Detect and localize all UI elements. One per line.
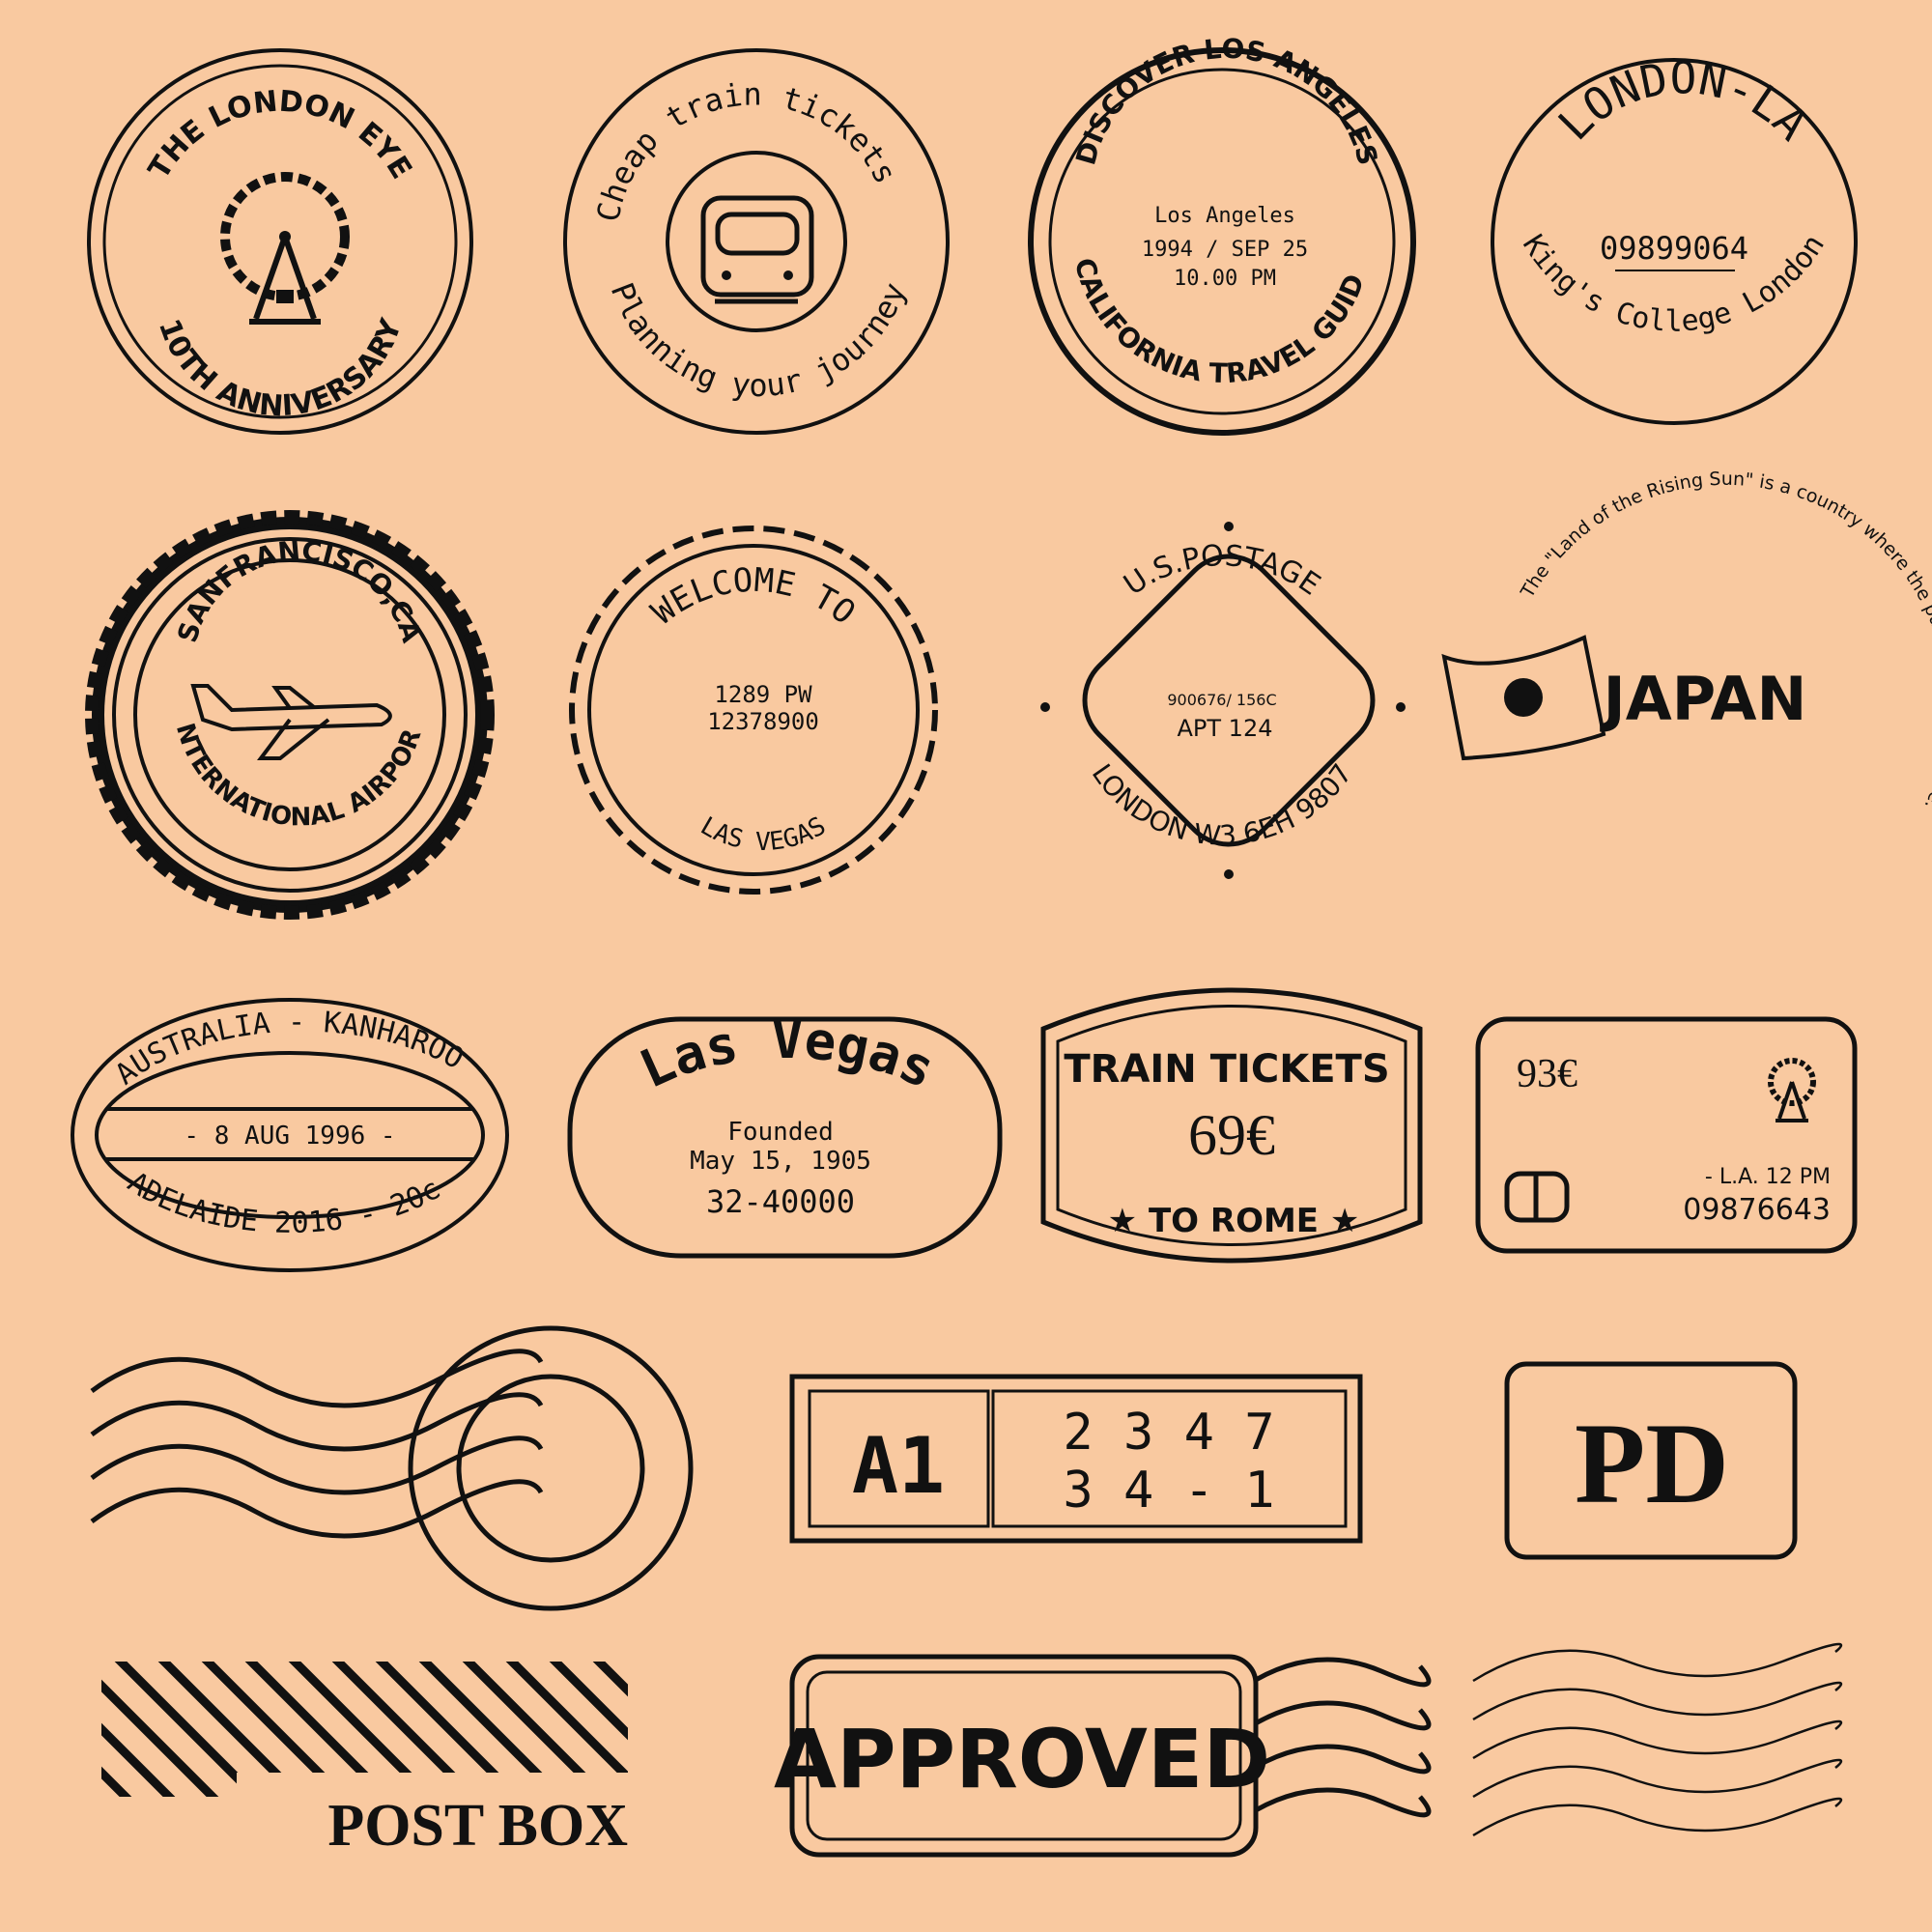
stamp-us-postage: U.S.POSTAGE LONDON W3 6EH 9807 900676/ 1… <box>1040 522 1406 879</box>
stamp-bottom-text: LONDON W3 6EH 9807 <box>1086 758 1359 852</box>
stamp-line: 900676/ 156C <box>1167 691 1276 709</box>
stamp-line: - L.A. 12 PM <box>1705 1165 1831 1189</box>
stamp-ticket-card: 93€ - L.A. 12 PM 09876643 <box>1475 1016 1858 1254</box>
stamp-line: 2 3 4 7 <box>1063 1404 1274 1462</box>
stamp-japan: The "Land of the Rising Sun" is a countr… <box>1441 469 1932 813</box>
stamp-top-text: LONDON-LA <box>1548 51 1818 150</box>
stamp-line: 1994 / SEP 25 <box>1142 238 1308 262</box>
japan-flag-icon <box>1441 635 1606 761</box>
stamp-line: Founded <box>727 1118 834 1147</box>
stamp-approved: APPROVED <box>774 1654 1432 1858</box>
stamp-london-la: LONDON-LA King's College London 09899064 <box>1491 51 1858 425</box>
stamp-line: 09876643 <box>1683 1193 1831 1227</box>
stamp-bottom-text: ★ TO ROME ★ <box>1108 1202 1360 1240</box>
stamp-top-text: U.S.POSTAGE <box>1118 539 1326 603</box>
stamp-welcome-las-vegas: WELCOME TO LAS VEGAS 1289 PW 12378900 <box>569 526 938 895</box>
stamp-bottom-text: ADELAIDE 2016 - 20c <box>122 1165 446 1239</box>
stamp-line: APT 124 <box>1178 715 1273 742</box>
stamp-san-francisco: SANFRANCISCO,CA INTERNATIONAL AIRPORT <box>0 0 495 920</box>
stamp-line: 12378900 <box>707 708 819 735</box>
stamp-bottom-text: 10TH ANNIVERSARY <box>152 314 410 424</box>
stamp-label: PD <box>1575 1399 1729 1527</box>
stamp-price: 93€ <box>1517 1052 1577 1096</box>
stamp-line: 1289 PW <box>714 681 812 708</box>
stamp-line: May 15, 1905 <box>690 1147 871 1176</box>
ferris-wheel-icon <box>220 172 350 325</box>
stamp-train-tickets-circle: Cheap train tickets Planning your journe… <box>563 48 950 435</box>
stamp-date: - 8 AUG 1996 - <box>184 1122 395 1151</box>
stamp-number: 09899064 <box>1600 230 1748 267</box>
stamp-title: JAPAN <box>1600 664 1807 734</box>
stamp-title: TRAIN TICKETS <box>1064 1047 1389 1092</box>
train-front-icon <box>700 195 814 304</box>
stamp-code: A1 <box>852 1421 945 1511</box>
stamp-collection: THE LONDON EYE 10TH ANNIVERSARY Cheap tr… <box>0 0 1932 1860</box>
postmark-waves <box>90 1325 694 1611</box>
stamp-label: POST BOX <box>327 1793 628 1859</box>
stamp-title: Las Vegas <box>631 1009 944 1100</box>
stamp-label: APPROVED <box>774 1712 1270 1806</box>
stamp-train-tickets-rome: TRAIN TICKETS 69€ ★ TO ROME ★ <box>1040 987 1423 1264</box>
stamp-pd: PD <box>1504 1361 1798 1560</box>
postmark-thin-waves <box>1472 1642 1843 1837</box>
stamp-post-box: POST BOX <box>101 1662 642 1860</box>
stamp-bottom-text: LAS VEGAS <box>696 811 831 857</box>
stamp-a1: A1 2 3 4 7 3 4 - 1 <box>789 1374 1363 1544</box>
stamp-line: 3 4 - 1 <box>1063 1462 1274 1520</box>
stamp-line: 10.00 PM <box>1174 267 1276 291</box>
stamp-top-text: AUSTRALIA - KANHAROO <box>109 1006 469 1093</box>
stamp-top-text: WELCOME TO <box>644 561 863 633</box>
stamp-top-text: DISCOVER LOS ANGELES <box>1069 33 1383 169</box>
stamp-top-text: THE LONDON EYE <box>142 85 418 185</box>
ferris-wheel-icon <box>1768 1058 1816 1122</box>
stamp-line: 32-40000 <box>706 1183 855 1220</box>
stamp-australia: AUSTRALIA - KANHAROO ADELAIDE 2016 - 20c… <box>71 998 509 1272</box>
stamp-line: Los Angeles <box>1154 204 1295 228</box>
stamp-las-vegas-oval: Las Vegas Founded May 15, 1905 32-40000 <box>567 1009 1003 1259</box>
stamp-top-text: Cheap train tickets <box>589 76 904 225</box>
stamp-price: 69€ <box>1188 1103 1275 1167</box>
stamp-london-eye: THE LONDON EYE 10TH ANNIVERSARY <box>87 48 473 435</box>
